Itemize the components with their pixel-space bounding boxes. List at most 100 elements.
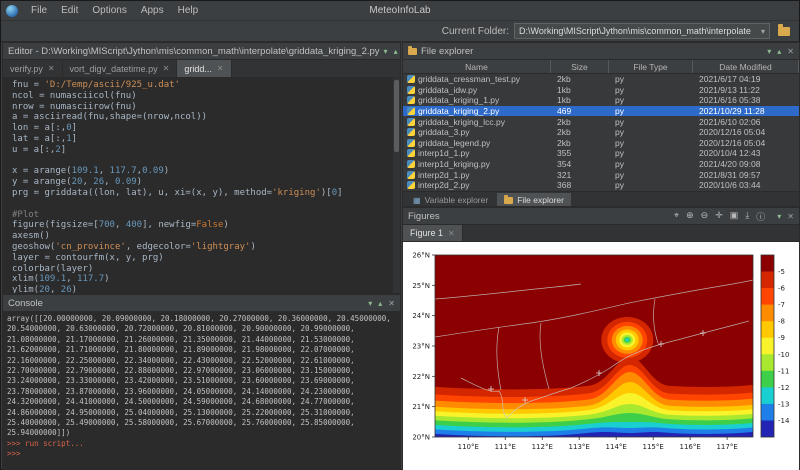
code-editor[interactable]: fnu = 'D:/Temp/ascii/925_u.dat'ncol = nu… [3, 78, 400, 294]
panel-minimize-icon[interactable]: ▾ [384, 47, 388, 56]
svg-text:22°N: 22°N [412, 373, 430, 381]
browse-folder-button[interactable] [775, 23, 793, 40]
zoom-out-icon[interactable]: ⊖ [701, 210, 709, 223]
figures-panel: Figures ⌖⊕⊖✛▣⤓ⓘ ▾ ✕ Figure 1 ✕ [402, 207, 800, 470]
current-folder-label: Current Folder: [442, 26, 509, 37]
code-line: ncol = numasciicol(fnu) [12, 91, 390, 102]
editor-tab[interactable]: gridd... ✕ [177, 60, 231, 77]
file-row[interactable]: griddata_kriging_1.py1kbpy2021/6/16 05:3… [403, 95, 799, 106]
code-line: prg = griddata((lon, lat), u, xi=(x, y),… [12, 188, 390, 199]
column-header-size[interactable]: Size [551, 60, 609, 73]
pan-icon[interactable]: ✛ [715, 210, 723, 223]
contour-bullseye [601, 317, 653, 363]
panel-close-icon[interactable]: ✕ [787, 47, 794, 56]
code-line: ylim(20, 26) [12, 285, 390, 294]
figure-canvas[interactable]: 110°E111°E112°E113°E114°E115°E116°E117°E… [403, 242, 799, 470]
panel-minimize-icon[interactable]: ▾ [777, 212, 781, 221]
pointer-icon[interactable]: ⌖ [674, 210, 679, 223]
file-date-cell: 2020/12/16 05:04 [693, 127, 799, 137]
file-type-cell: py [609, 138, 693, 148]
console-output-line: 22.16000000, 22.25000000, 22.34000000, 2… [7, 356, 396, 366]
console-output-line: 24.86000000, 24.95000000, 25.04000000, 2… [7, 408, 396, 418]
python-file-icon [407, 171, 415, 179]
tab-close-icon[interactable]: ✕ [448, 229, 455, 238]
file-name: interp2d_2.py [418, 180, 470, 190]
editor-tab-label: gridd... [184, 64, 212, 74]
menu-options[interactable]: Options [85, 3, 133, 18]
file-row[interactable]: interp2d_2.py368py2020/10/6 03:44 [403, 180, 799, 191]
file-row[interactable]: griddata_kriging_lcc.py2kbpy2021/6/10 02… [403, 116, 799, 127]
file-name: griddata_cressman_test.py [418, 74, 520, 84]
file-explorer-panel: File explorer ▾ ▴ ✕ NameSizeFile TypeDat… [402, 42, 800, 207]
svg-text:25°N: 25°N [412, 282, 430, 290]
file-type-cell: py [609, 95, 693, 105]
file-date-cell: 2020/10/6 03:44 [693, 180, 799, 190]
file-name: griddata_legend.py [418, 138, 490, 148]
file-name: griddata_3.py [418, 127, 470, 137]
colorbar: -5-6-7-8-9-10-11-12-13-14 [761, 255, 790, 437]
file-name: interp2d_1.py [418, 170, 470, 180]
file-name: griddata_idw.py [418, 85, 477, 95]
file-date-cell: 2020/12/16 05:04 [693, 138, 799, 148]
code-line: y = arange(20, 26, 0.09) [12, 177, 390, 188]
file-row[interactable]: interp2d_1.py321py2021/8/31 09:57 [403, 169, 799, 180]
file-table: griddata_cressman_test.py2kbpy2021/6/17 … [403, 74, 799, 191]
column-header-date-modified[interactable]: Date Modified [693, 60, 799, 73]
menu-help[interactable]: Help [171, 3, 206, 18]
editor-tab[interactable]: vort_digv_datetime.py✕ [63, 60, 178, 77]
file-size-cell: 2kb [551, 138, 609, 148]
column-header-name[interactable]: Name [403, 60, 551, 73]
svg-text:110°E: 110°E [458, 443, 479, 451]
chevron-down-icon[interactable]: ▾ [758, 27, 765, 36]
file-row[interactable]: griddata_idw.py1kbpy2021/9/13 11:22 [403, 85, 799, 96]
figure-tab-label: Figure 1 [410, 228, 443, 238]
figure-tab[interactable]: Figure 1 ✕ [403, 225, 463, 241]
editor-tab-label: verify.py [10, 64, 43, 74]
menu-file[interactable]: File [24, 3, 54, 18]
menu-bar: FileEditOptionsAppsHelp MeteoInfoLab [1, 1, 799, 21]
panel-close-icon[interactable]: ✕ [787, 212, 794, 221]
console-output-line: 24.32000000, 24.41000000, 24.50000000, 2… [7, 397, 396, 407]
file-row[interactable]: griddata_3.py2kbpy2020/12/16 05:04 [403, 127, 799, 138]
info-icon[interactable]: ⓘ [756, 210, 765, 223]
console-output-line: array([[20.00000000, 20.09000000, 20.180… [7, 314, 396, 324]
tab-close-icon[interactable]: ✕ [163, 64, 170, 73]
svg-text:20°N: 20°N [412, 434, 430, 442]
panel-close-icon[interactable]: ✕ [388, 299, 395, 308]
file-row[interactable]: griddata_legend.py 2kbpy2020/12/16 05:04 [403, 138, 799, 149]
dock-tab-file-explorer[interactable]: File explorer [497, 193, 571, 208]
save-icon[interactable]: ⤓ [745, 210, 749, 223]
dock-tab-variable-explorer[interactable]: ▦Variable explorer [406, 193, 495, 208]
panel-float-icon[interactable]: ▴ [394, 47, 398, 56]
current-folder-combobox[interactable]: D:\Working\MIScript\Jython\mis\common_ma… [514, 23, 770, 39]
file-size-cell: 355 [551, 148, 609, 158]
figures-toolbar: ⌖ ⊕ ⊖ ✛ ▣ ⤓ ⓘ [674, 210, 765, 223]
file-row[interactable]: griddata_kriging_2.py469py2021/10/29 11:… [403, 106, 799, 117]
zoom-in-icon[interactable]: ⊕ [686, 210, 694, 223]
editor-scrollbar[interactable] [393, 78, 400, 293]
column-header-file-type[interactable]: File Type [609, 60, 693, 73]
console-title: Console [8, 298, 43, 309]
full-extent-icon[interactable]: ▣ [730, 210, 739, 223]
file-size-cell: 2kb [551, 117, 609, 127]
console-output-line: 25.94000000]]) [7, 428, 396, 438]
menu-apps[interactable]: Apps [134, 3, 171, 18]
file-date-cell: 2021/6/10 02:06 [693, 117, 799, 127]
file-row[interactable]: interp1d_1.py355py2020/10/4 12:43 [403, 148, 799, 159]
svg-text:-8: -8 [778, 318, 785, 326]
panel-minimize-icon[interactable]: ▾ [368, 299, 372, 308]
svg-text:-5: -5 [778, 268, 785, 276]
python-file-icon [407, 118, 415, 126]
file-row[interactable]: interp1d_kriging.py354py2021/4/20 09:08 [403, 159, 799, 170]
panel-minimize-icon[interactable]: ▾ [767, 47, 771, 56]
menu-edit[interactable]: Edit [54, 3, 85, 18]
tab-close-icon[interactable]: ✕ [217, 64, 224, 73]
svg-text:24°N: 24°N [412, 312, 430, 320]
tab-close-icon[interactable]: ✕ [48, 64, 55, 73]
file-row[interactable]: griddata_cressman_test.py2kbpy2021/6/17 … [403, 74, 799, 85]
panel-float-icon[interactable]: ▴ [378, 299, 382, 308]
editor-tab[interactable]: verify.py ✕ [3, 60, 63, 77]
console-output[interactable]: array([[20.00000000, 20.09000000, 20.180… [3, 312, 400, 470]
svg-text:-10: -10 [778, 351, 789, 359]
panel-float-icon[interactable]: ▴ [777, 47, 781, 56]
